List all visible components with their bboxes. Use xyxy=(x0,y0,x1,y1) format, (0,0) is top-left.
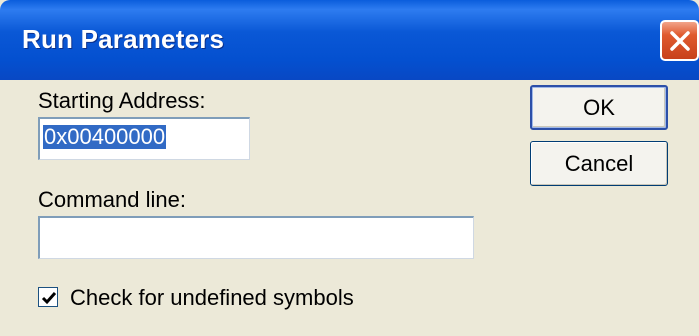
starting-address-input[interactable]: 0x00400000 xyxy=(38,117,250,160)
close-icon xyxy=(670,31,690,51)
starting-address-value: 0x00400000 xyxy=(43,124,167,149)
cancel-button-label: Cancel xyxy=(564,150,634,176)
dialog-body: Starting Address: 0x00400000 Command lin… xyxy=(0,80,699,336)
close-button[interactable] xyxy=(660,20,699,61)
command-line-input[interactable] xyxy=(38,216,474,259)
check-undefined-symbols-checkbox[interactable] xyxy=(38,287,58,307)
cancel-button[interactable]: Cancel xyxy=(530,141,668,186)
checkmark-icon xyxy=(41,292,57,305)
starting-address-label: Starting Address: xyxy=(38,88,206,113)
check-undefined-symbols-label[interactable]: Check for undefined symbols xyxy=(70,285,354,311)
ok-button-label: OK xyxy=(583,94,615,120)
run-parameters-dialog: Run Parameters Starting Address: 0x00400… xyxy=(0,0,699,336)
title-bar[interactable]: Run Parameters xyxy=(0,0,699,80)
ok-button[interactable]: OK xyxy=(530,85,668,130)
command-line-label: Command line: xyxy=(38,187,186,212)
dialog-title: Run Parameters xyxy=(22,24,225,54)
